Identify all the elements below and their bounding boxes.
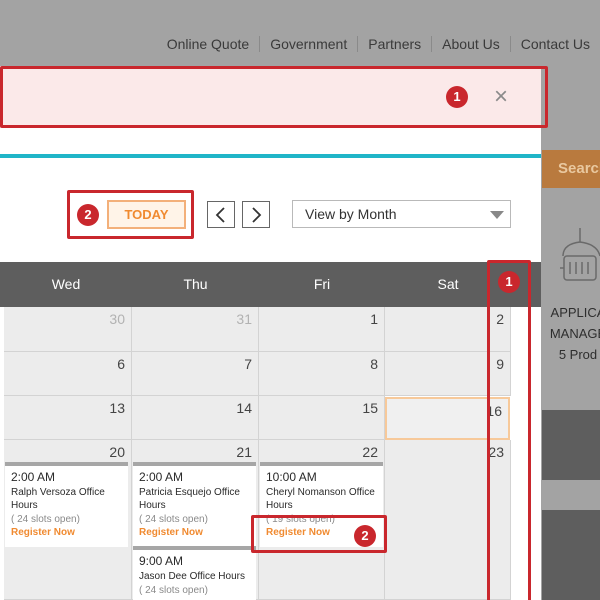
prev-month-button[interactable]	[207, 201, 235, 228]
day-header-fri: Fri	[313, 276, 331, 292]
event-time: 9:00 AM	[139, 554, 184, 568]
annotation-badge: 1	[446, 86, 468, 108]
view-select[interactable]: View by Month	[292, 200, 511, 228]
event-slots: ( 24 slots open)	[139, 514, 208, 525]
nav-government[interactable]: Government	[259, 36, 357, 52]
event-time: 2:00 AM	[11, 470, 56, 484]
event-name: Jason Dee Office Hours	[139, 571, 245, 582]
nav-online-quote[interactable]: Online Quote	[157, 36, 260, 52]
register-now-link[interactable]: Register Now	[139, 526, 250, 539]
calendar-day[interactable]: 13	[4, 396, 132, 440]
application-management-text: APPLICA MANAGE 5 Prod	[543, 302, 600, 365]
caret-down-icon	[490, 211, 504, 219]
next-month-button[interactable]	[242, 201, 270, 228]
annotation-badge: 2	[354, 525, 376, 547]
calendar-event[interactable]: 2:00 AM Patricia Esquejo Office Hours ( …	[133, 462, 256, 547]
chevron-right-icon	[252, 207, 262, 223]
day-header-thu: Thu	[183, 276, 208, 292]
day-header-wed: Wed	[51, 276, 81, 292]
day-number: 13	[109, 400, 125, 416]
day-number: 14	[236, 400, 252, 416]
register-now-link[interactable]: Register Now	[11, 526, 122, 539]
calendar-day[interactable]: 1	[259, 307, 385, 352]
day-number: 30	[109, 311, 125, 327]
nav-partners[interactable]: Partners	[357, 36, 431, 52]
annotation-badge: 2	[77, 204, 99, 226]
chevron-left-icon	[215, 207, 225, 223]
highlight-box	[487, 260, 531, 600]
calendar-event[interactable]: 9:00 AM Jason Dee Office Hours ( 24 slot…	[133, 546, 256, 600]
calendar-day[interactable]: 15	[259, 396, 385, 440]
day-number: 1	[370, 311, 378, 327]
day-number: 15	[362, 400, 378, 416]
search-button[interactable]: Search	[542, 150, 600, 188]
event-name: Ralph Versoza Office Hours	[11, 487, 105, 511]
event-slots: ( 24 slots open)	[139, 585, 208, 596]
application-icon	[560, 228, 600, 284]
calendar-day[interactable]: 8	[259, 352, 385, 396]
sidebar-dark-block	[542, 410, 600, 480]
calendar-day[interactable]: 31	[132, 307, 259, 352]
calendar-day[interactable]: 14	[132, 396, 259, 440]
app-line: 5 Prod	[558, 347, 598, 362]
event-time: 2:00 AM	[139, 470, 184, 484]
view-select-value: View by Month	[305, 206, 397, 222]
day-number: 7	[244, 356, 252, 372]
calendar-event[interactable]: 2:00 AM Ralph Versoza Office Hours ( 24 …	[5, 462, 128, 547]
day-number: 8	[370, 356, 378, 372]
event-time: 10:00 AM	[266, 470, 317, 484]
app-line: MANAGE	[549, 326, 600, 341]
calendar-day[interactable]: 6	[4, 352, 132, 396]
app-line: APPLICA	[550, 305, 600, 320]
day-number: 6	[117, 356, 125, 372]
day-number: 20	[109, 444, 125, 460]
nav-about-us[interactable]: About Us	[431, 36, 510, 52]
calendar-header: Wed Thu Fri Sat	[0, 262, 541, 307]
annotation-badge: 1	[498, 271, 520, 293]
accent-bar	[0, 154, 541, 158]
sidebar-dark-block	[542, 510, 600, 600]
event-slots: ( 24 slots open)	[11, 514, 80, 525]
day-number: 22	[362, 444, 378, 460]
calendar-day[interactable]: 30	[4, 307, 132, 352]
day-number: 31	[236, 311, 252, 327]
top-navigation: Online Quote Government Partners About U…	[157, 34, 600, 54]
event-name: Patricia Esquejo Office Hours	[139, 487, 240, 511]
calendar-day[interactable]: 7	[132, 352, 259, 396]
day-number: 21	[236, 444, 252, 460]
event-name: Cheryl Nomanson Office Hours	[266, 487, 375, 511]
nav-contact-us[interactable]: Contact Us	[509, 36, 600, 52]
